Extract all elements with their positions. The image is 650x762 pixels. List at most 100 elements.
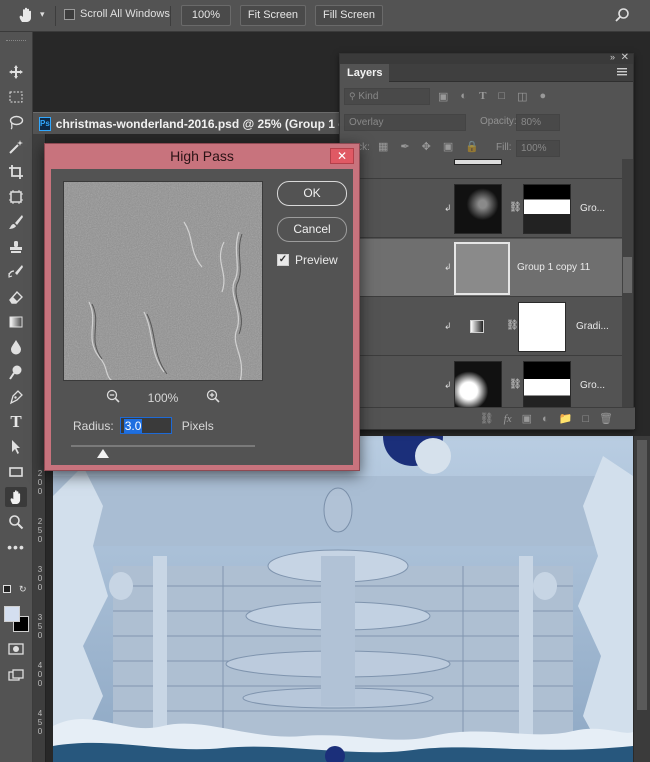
- link-layers-icon[interactable]: ⛓: [480, 412, 494, 425]
- layer-row[interactable]: ↲ ⛓ Gro...: [340, 357, 622, 409]
- divider: [55, 6, 56, 26]
- layer-row[interactable]: ↲ ⛓ Gradi...: [340, 298, 622, 356]
- zoom-100-button[interactable]: 100%: [181, 5, 231, 26]
- layer-name[interactable]: Group 1 copy 11: [517, 262, 590, 273]
- hand-tool-icon[interactable]: [5, 487, 27, 507]
- layer-filter-kind-select[interactable]: ⚲ Kind: [344, 88, 430, 105]
- layers-scrollbar[interactable]: [622, 159, 633, 409]
- filter-toggle-icon[interactable]: ●: [539, 90, 546, 103]
- fill-screen-button[interactable]: Fill Screen: [315, 5, 383, 26]
- panel-grip[interactable]: [6, 40, 26, 42]
- scroll-all-windows-checkbox[interactable]: Scroll All Windows: [64, 8, 170, 20]
- add-mask-icon[interactable]: ▣: [522, 412, 532, 425]
- clone-stamp-icon[interactable]: [5, 237, 27, 257]
- close-button[interactable]: ✕: [330, 148, 354, 164]
- delete-layer-icon[interactable]: 🗑: [599, 412, 613, 425]
- path-selection-icon[interactable]: [5, 437, 27, 457]
- eraser-tool-icon[interactable]: [5, 287, 27, 307]
- collapse-panel-icon[interactable]: »: [610, 52, 615, 62]
- layer-name[interactable]: Gro...: [580, 380, 605, 391]
- dialog-body: OK Cancel ✓ Preview 100% Radius: 3.0 Pix…: [51, 169, 353, 465]
- preview-checkbox[interactable]: ✓ Preview: [277, 253, 338, 267]
- lock-paint-icon[interactable]: ✒: [400, 140, 409, 153]
- brush-tool-icon[interactable]: [5, 212, 27, 232]
- radius-unit: Pixels: [181, 418, 214, 433]
- smart-object-filter-icon[interactable]: ◫: [517, 90, 527, 103]
- lasso-tool-icon[interactable]: [5, 112, 27, 132]
- search-icon[interactable]: [614, 7, 630, 26]
- hand-icon[interactable]: [17, 6, 35, 27]
- new-group-icon[interactable]: 📁: [559, 412, 573, 425]
- layer-row-selected[interactable]: ↲ Group 1 copy 11: [340, 239, 622, 297]
- gradient-tool-icon[interactable]: [5, 312, 27, 332]
- zoom-in-icon[interactable]: [206, 389, 220, 406]
- dodge-tool-icon[interactable]: [5, 362, 27, 382]
- layer-mask-thumbnail: [523, 184, 571, 234]
- document-canvas[interactable]: [53, 436, 633, 762]
- adjustment-layer-icon[interactable]: ◐: [542, 413, 549, 425]
- magic-wand-icon[interactable]: [5, 137, 27, 157]
- checkbox-box[interactable]: [64, 8, 75, 20]
- lock-artboard-icon[interactable]: ▣: [443, 140, 453, 153]
- search-icon: ⚲: [349, 91, 356, 101]
- rectangle-tool-icon[interactable]: [5, 462, 27, 482]
- layer-style-fx-icon[interactable]: fx: [504, 413, 512, 425]
- tool-preset-chevron-icon[interactable]: ▾: [40, 9, 45, 20]
- shape-filter-icon[interactable]: □: [498, 90, 505, 103]
- document-tab[interactable]: Ps christmas-wonderland-2016.psd @ 25% (…: [33, 112, 341, 134]
- lock-position-icon[interactable]: ✥: [422, 140, 431, 153]
- dialog-title[interactable]: High Pass: [45, 144, 359, 168]
- radius-input[interactable]: 3.0: [119, 417, 172, 434]
- layers-scrollbar-thumb[interactable]: [623, 257, 632, 293]
- radius-slider-thumb[interactable]: [97, 449, 109, 458]
- new-layer-icon[interactable]: □: [582, 413, 589, 425]
- layers-panel-footer: ⛓ fx ▣ ◐ 📁 □ 🗑: [340, 407, 635, 429]
- radius-value[interactable]: 3.0: [123, 419, 143, 433]
- layer-row-partial[interactable]: [340, 159, 622, 179]
- swap-colors-icon[interactable]: ↻: [19, 584, 27, 595]
- screen-mode-icon[interactable]: [5, 666, 27, 686]
- crop-tool-icon[interactable]: [5, 162, 27, 182]
- document-scrollbar-thumb[interactable]: [637, 440, 647, 710]
- ruler-number: 2: [37, 517, 43, 526]
- quick-mask-icon[interactable]: [5, 639, 27, 659]
- ruler-number: 0: [37, 535, 43, 544]
- blend-mode-select[interactable]: Overlay: [344, 114, 466, 131]
- lock-transparent-icon[interactable]: ▦: [378, 140, 388, 153]
- foreground-color-swatch[interactable]: [4, 606, 20, 622]
- layer-thumbnail: [454, 242, 510, 295]
- cancel-button[interactable]: Cancel: [277, 217, 347, 242]
- high-pass-texture: [64, 182, 262, 380]
- more-tools-icon[interactable]: •••: [5, 537, 27, 557]
- high-pass-dialog: High Pass ✕ OK Cancel ✓ Preview 100% Rad…: [44, 143, 360, 471]
- zoom-out-icon[interactable]: [106, 389, 120, 406]
- document-scrollbar[interactable]: [633, 436, 650, 762]
- opacity-input[interactable]: 80%: [516, 114, 560, 131]
- panel-menu-icon[interactable]: [617, 67, 627, 79]
- ok-button[interactable]: OK: [277, 181, 347, 206]
- move-tool-icon[interactable]: [5, 62, 27, 82]
- layer-row[interactable]: ↲ ⛓ Gro...: [340, 180, 622, 238]
- blur-tool-icon[interactable]: [5, 337, 27, 357]
- history-brush-icon[interactable]: [5, 262, 27, 282]
- tab-layers[interactable]: Layers: [340, 63, 390, 82]
- checkmark-icon[interactable]: ✓: [277, 254, 289, 266]
- radius-slider-track[interactable]: [71, 445, 255, 447]
- layer-name[interactable]: Gro...: [580, 203, 605, 214]
- type-tool-icon[interactable]: T: [5, 412, 27, 432]
- close-panel-icon[interactable]: ✕: [621, 52, 629, 63]
- type-filter-icon[interactable]: T: [479, 90, 486, 103]
- adjustment-filter-icon[interactable]: ◐: [460, 90, 467, 103]
- pixel-filter-icon[interactable]: ▣: [438, 90, 448, 103]
- frame-tool-icon[interactable]: [5, 187, 27, 207]
- mask-link-icon: ⛓: [506, 320, 519, 331]
- layer-name[interactable]: Gradi...: [576, 321, 609, 332]
- fit-screen-button[interactable]: Fit Screen: [240, 5, 306, 26]
- marquee-tool-icon[interactable]: [5, 87, 27, 107]
- default-colors-icon[interactable]: [3, 585, 11, 593]
- filter-preview[interactable]: [63, 181, 263, 381]
- fill-input[interactable]: 100%: [516, 140, 560, 157]
- zoom-tool-icon[interactable]: [5, 512, 27, 532]
- pen-tool-icon[interactable]: [5, 387, 27, 407]
- lock-all-icon[interactable]: 🔒: [465, 140, 479, 153]
